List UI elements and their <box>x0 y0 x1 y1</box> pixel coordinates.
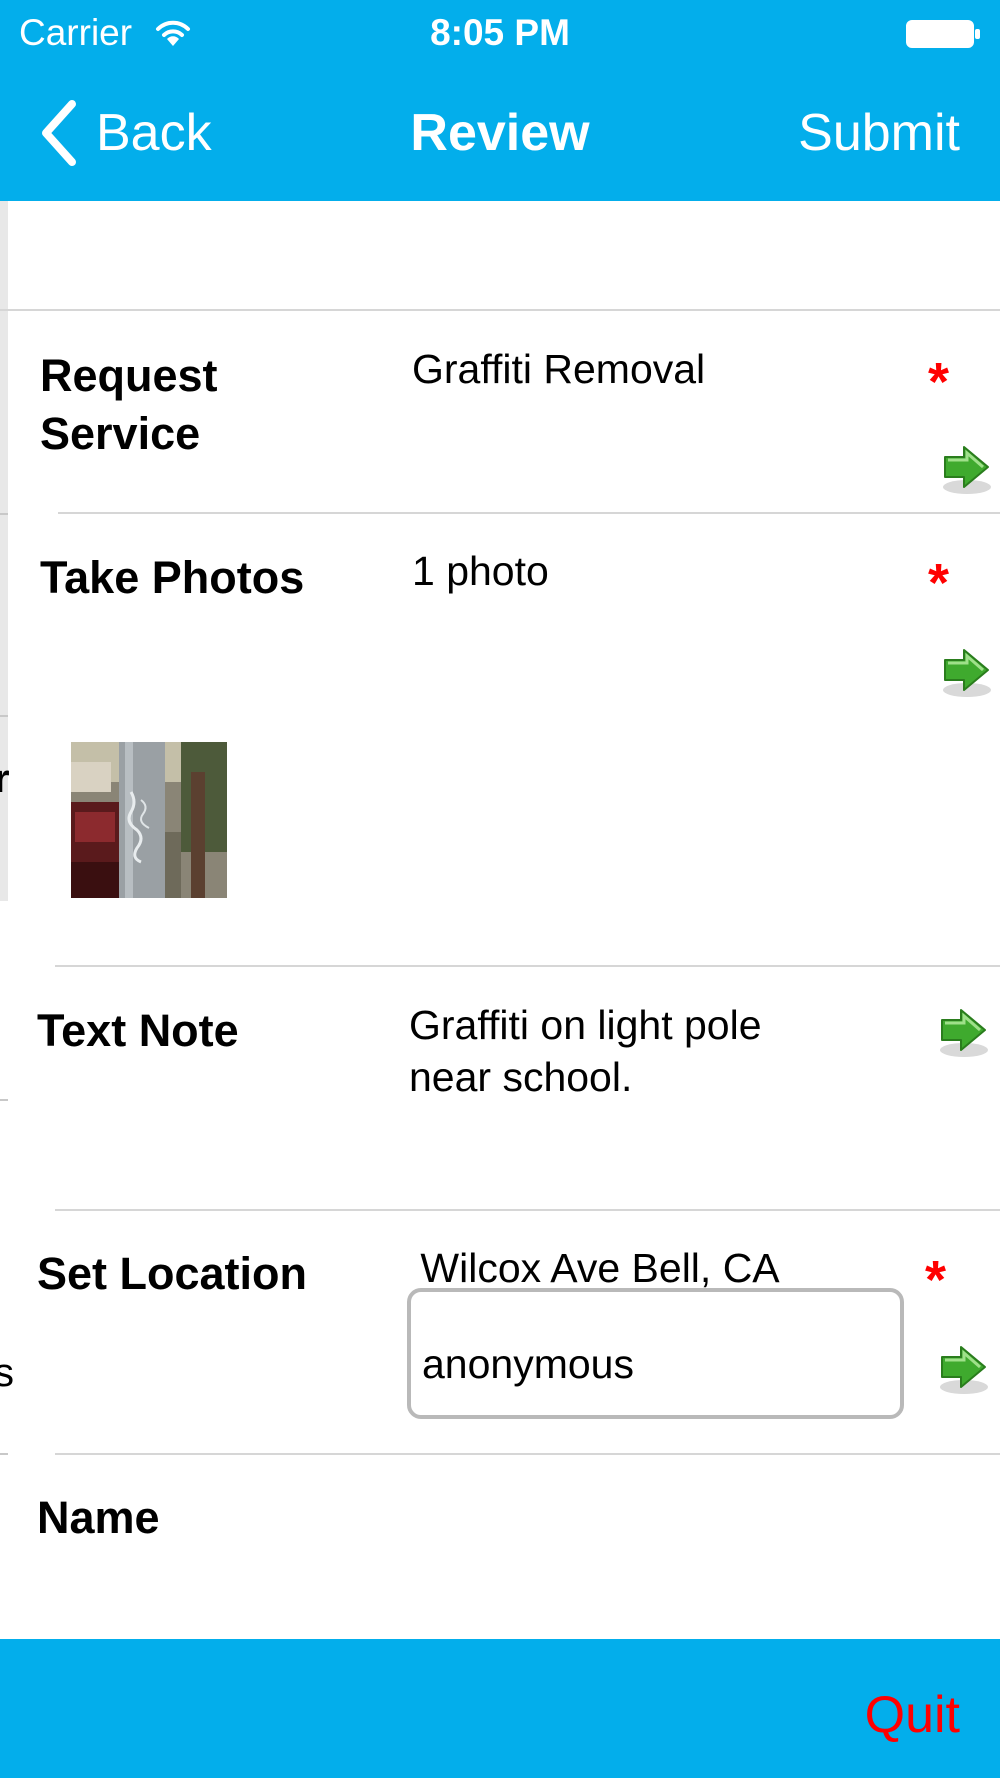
background-text: s <box>0 1351 14 1395</box>
row-divider <box>55 965 1000 967</box>
go-arrow-icon[interactable] <box>942 646 992 698</box>
go-arrow-icon[interactable] <box>942 443 992 495</box>
background-text: r <box>0 757 10 801</box>
required-indicator: * <box>925 1250 947 1310</box>
bottom-toolbar: Quit <box>0 1639 1000 1778</box>
photos-row-label: Take Photos <box>40 552 305 603</box>
row-divider <box>58 512 1000 514</box>
row-divider <box>55 1453 1000 1455</box>
navigation-bar: Carrier 8:05 PM Back Review Submit <box>0 0 1000 201</box>
photo-thumbnail[interactable] <box>71 742 227 898</box>
note-row-label: Text Note <box>37 1005 239 1056</box>
go-arrow-icon[interactable] <box>939 1006 989 1058</box>
note-row-value: Graffiti on light pole near school. <box>409 1002 762 1100</box>
status-time: 8:05 PM <box>430 12 570 53</box>
background-divider <box>0 715 8 717</box>
background-divider <box>0 1099 8 1101</box>
required-indicator: * <box>928 553 950 613</box>
submit-button[interactable]: Submit <box>798 103 960 163</box>
background-divider <box>0 1453 8 1455</box>
required-indicator: * <box>928 352 950 412</box>
service-row-label: Request Service <box>40 350 218 459</box>
go-arrow-icon[interactable] <box>939 1343 989 1395</box>
name-input[interactable] <box>407 1288 904 1419</box>
review-screen: Carrier 8:05 PM Back Review Submit r s R… <box>0 0 1000 1778</box>
location-row-label: Set Location <box>37 1248 308 1299</box>
name-row-label: Name <box>37 1492 160 1543</box>
row-divider <box>55 1209 1000 1211</box>
background-divider <box>0 513 8 515</box>
service-row-value: Graffiti Removal <box>412 346 706 392</box>
photos-row-value: 1 photo <box>412 548 549 594</box>
review-content[interactable]: r s Request Service Graffiti Removal * T… <box>0 201 1000 1639</box>
battery-icon <box>906 20 980 48</box>
quit-button[interactable]: Quit <box>865 1685 960 1745</box>
row-divider <box>0 309 1000 311</box>
